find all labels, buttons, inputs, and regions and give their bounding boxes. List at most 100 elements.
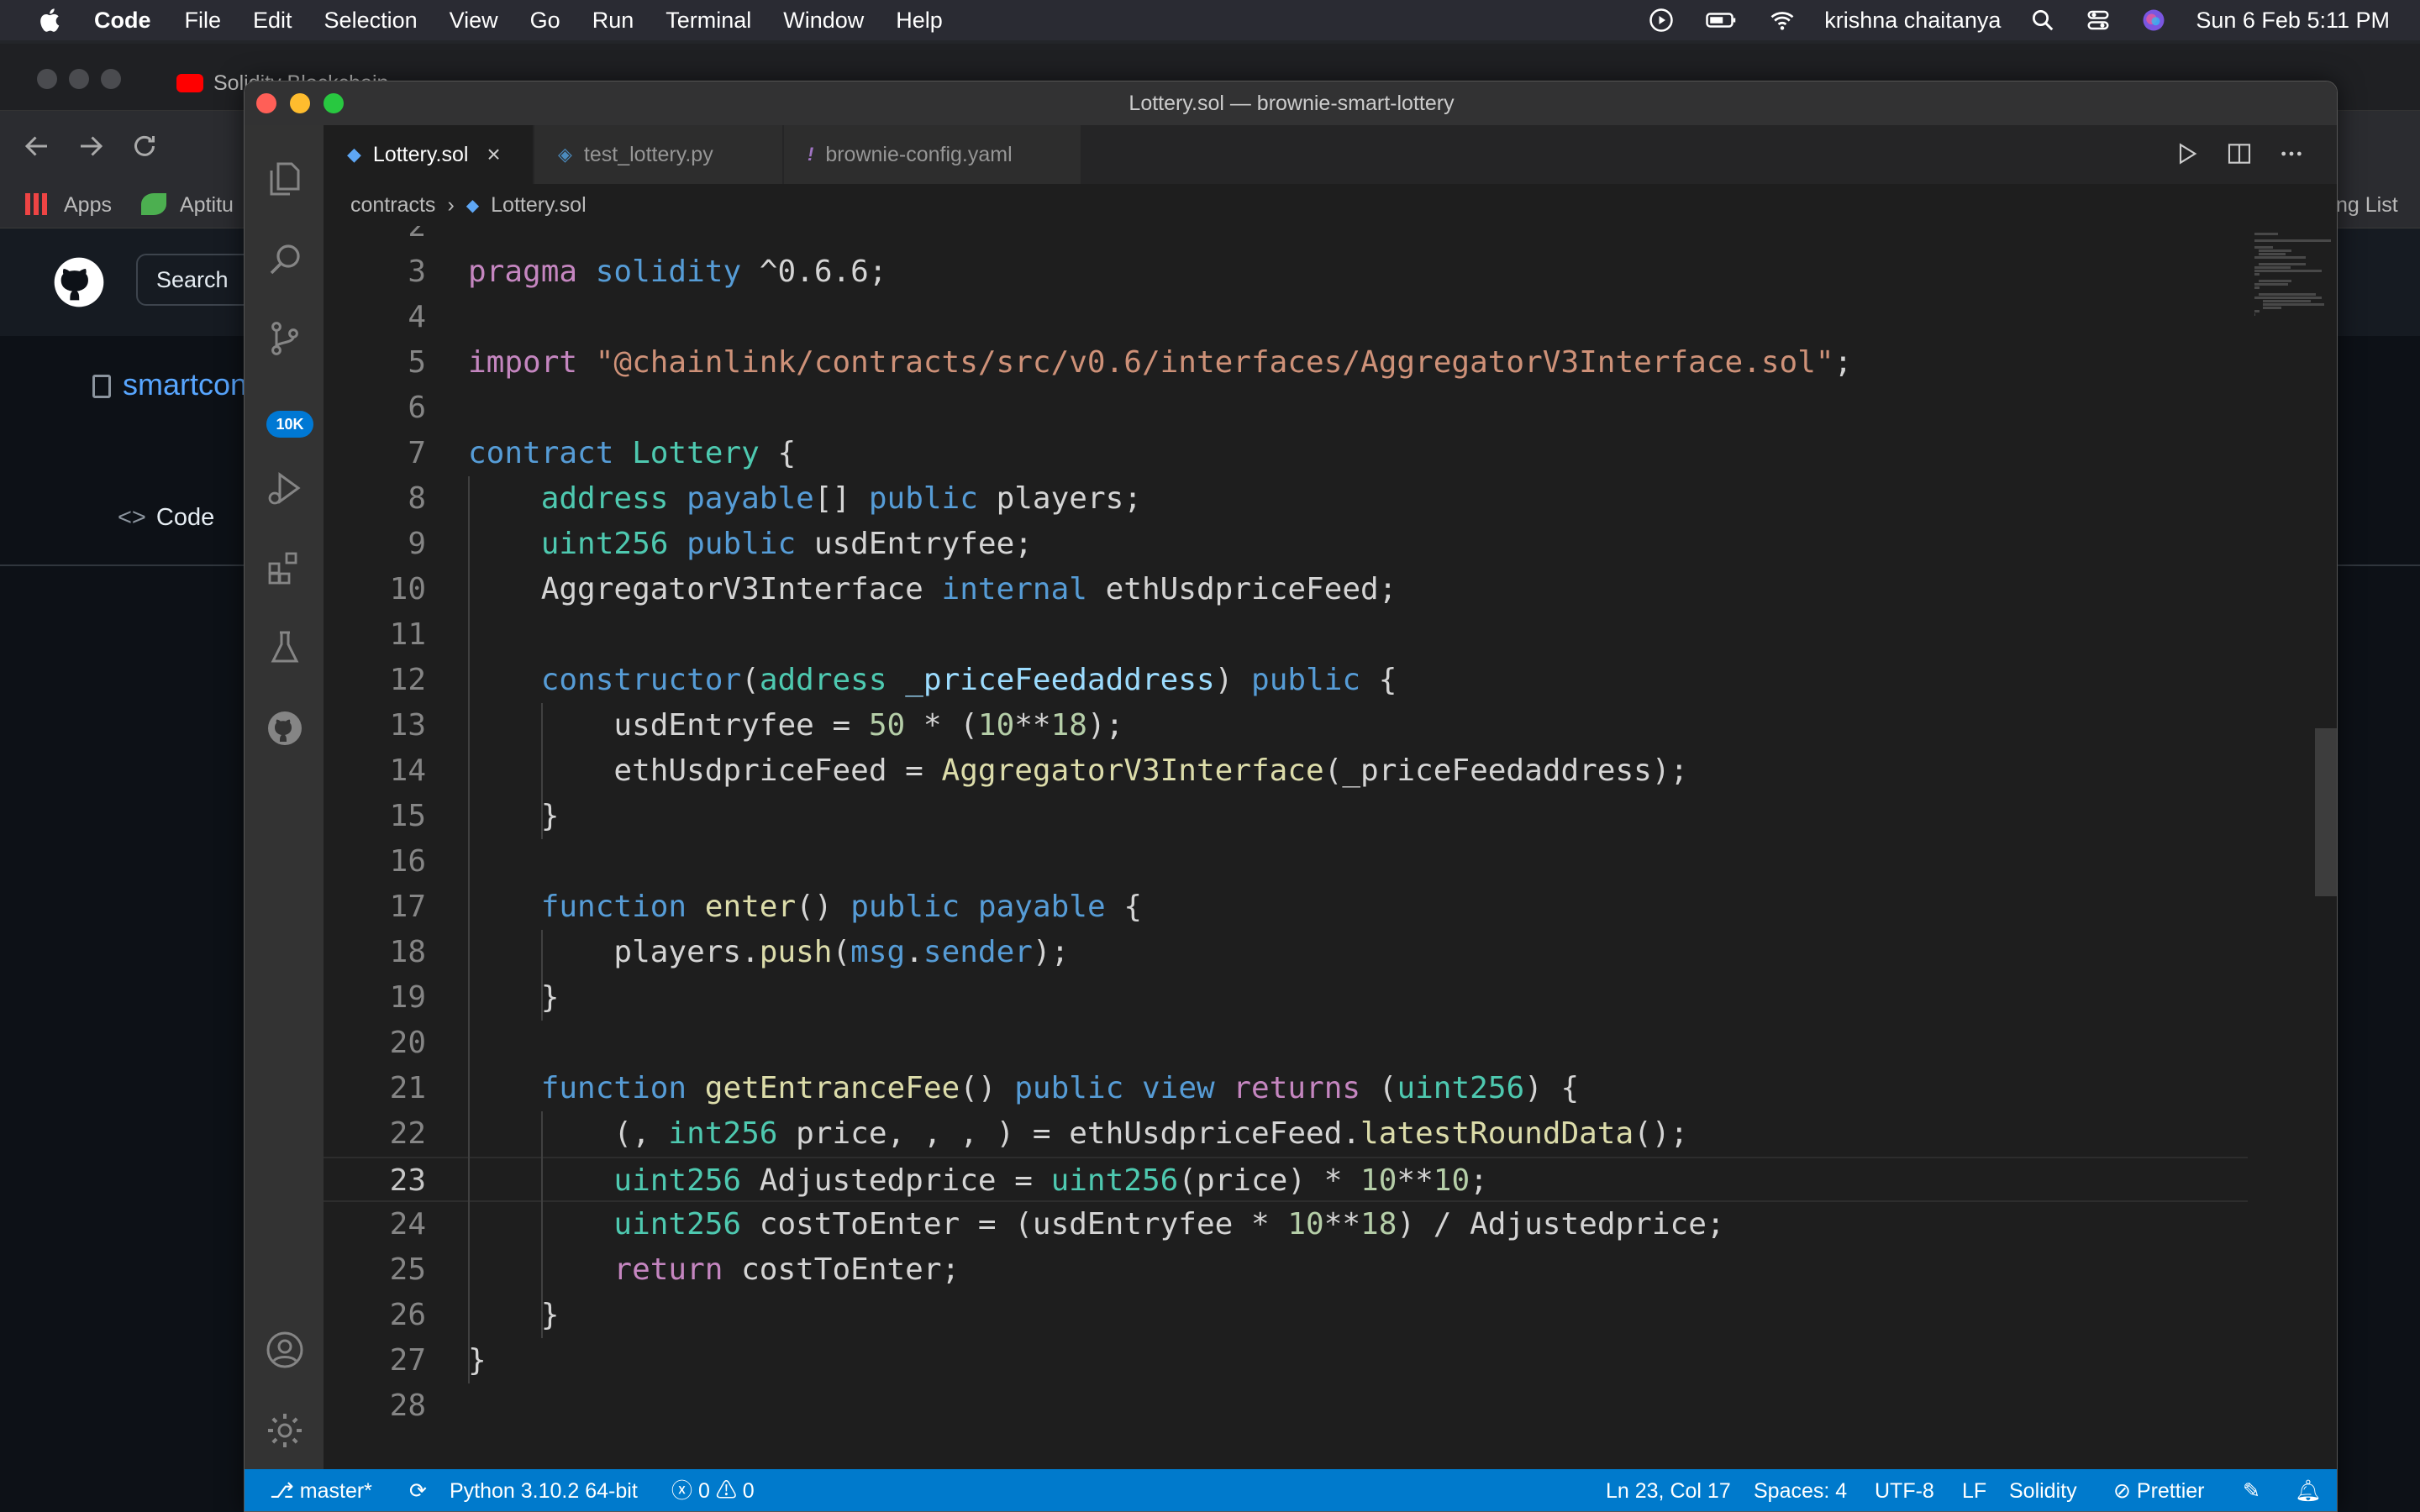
code-text[interactable]: import "@chainlink/contracts/src/v0.6/in…: [468, 340, 1852, 386]
menu-go[interactable]: Go: [530, 8, 560, 34]
code-line[interactable]: 5 import "@chainlink/contracts/src/v0.6/i…: [324, 340, 2248, 386]
code-text[interactable]: uint256 public usdEntryfee;: [468, 522, 1033, 567]
split-editor-icon[interactable]: [2226, 140, 2253, 167]
reload-icon[interactable]: [129, 131, 160, 161]
code-line[interactable]: 24 uint256 costToEnter = (usdEntryfee * …: [324, 1202, 2248, 1247]
code-line[interactable]: 19 }: [324, 975, 2248, 1021]
code-line[interactable]: 22 (, int256 price, , , ) = ethUsdpriceF…: [324, 1111, 2248, 1157]
code-line[interactable]: 27}: [324, 1338, 2248, 1383]
code-line[interactable]: 7 contract Lottery {: [324, 431, 2248, 476]
app-menu[interactable]: Code: [94, 8, 151, 34]
run-file-icon[interactable]: [2174, 140, 2201, 167]
code-line[interactable]: 12 constructor(address _priceFeedaddress…: [324, 658, 2248, 703]
code-text[interactable]: }: [468, 1338, 487, 1383]
code-line[interactable]: 28: [324, 1383, 2248, 1429]
more-actions-icon[interactable]: [2278, 140, 2305, 167]
code-text[interactable]: constructor(address _priceFeedaddress) p…: [468, 658, 1397, 703]
back-arrow-icon[interactable]: [22, 131, 52, 161]
language-mode[interactable]: Solidity: [2009, 1469, 2077, 1511]
code-line[interactable]: 18 players.push(msg.sender);: [324, 930, 2248, 975]
code-text[interactable]: }: [468, 794, 560, 839]
prettier-status[interactable]: ⊘ Prettier: [2113, 1469, 2205, 1511]
menu-run[interactable]: Run: [592, 8, 634, 34]
github-logo-icon[interactable]: [52, 255, 106, 309]
forward-arrow-icon[interactable]: [76, 131, 106, 161]
search-icon[interactable]: [265, 239, 305, 280]
sync-icon[interactable]: ⟳: [409, 1469, 427, 1511]
tab-brownie-config-yaml[interactable]: ! brownie-config.yaml: [784, 125, 1081, 184]
code-line[interactable]: 14 ethUsdpriceFeed = AggregatorV3Interfa…: [324, 748, 2248, 794]
wifi-icon[interactable]: [1769, 8, 1796, 33]
code-line[interactable]: 10 AggregatorV3Interface internal ethUsd…: [324, 567, 2248, 612]
zoom-window-button[interactable]: [324, 93, 344, 113]
code-text[interactable]: uint256 costToEnter = (usdEntryfee * 10*…: [468, 1202, 1724, 1247]
code-text[interactable]: ethUsdpriceFeed = AggregatorV3Interface(…: [468, 748, 1688, 794]
spotlight-search-icon[interactable]: [2029, 8, 2056, 33]
user-name[interactable]: krishna chaitanya: [1824, 8, 2001, 34]
code-text[interactable]: uint256 Adjustedprice = uint256(price) *…: [468, 1158, 1487, 1204]
control-center-icon[interactable]: [2085, 8, 2112, 33]
code-line[interactable]: 6: [324, 386, 2248, 431]
code-text[interactable]: (, int256 price, , , ) = ethUsdpriceFeed…: [468, 1111, 1688, 1157]
bookmark-aptitude[interactable]: Aptitu: [180, 193, 234, 218]
explorer-icon[interactable]: [265, 159, 305, 199]
code-text[interactable]: }: [468, 975, 560, 1021]
extensions-icon[interactable]: [265, 547, 305, 587]
code-line[interactable]: 21 function getEntranceFee() public view…: [324, 1066, 2248, 1111]
menu-view[interactable]: View: [450, 8, 498, 34]
code-text[interactable]: contract Lottery {: [468, 431, 796, 476]
menu-window[interactable]: Window: [783, 8, 864, 34]
bookmark-apps[interactable]: Apps: [64, 193, 112, 218]
repo-tab-code[interactable]: <> Code: [118, 504, 214, 532]
code-line[interactable]: 16: [324, 839, 2248, 885]
code-line[interactable]: 4: [324, 295, 2248, 340]
code-line[interactable]: 13 usdEntryfee = 50 * (10**18);: [324, 703, 2248, 748]
code-line[interactable]: 25 return costToEnter;: [324, 1247, 2248, 1293]
code-line[interactable]: 3 pragma solidity ^0.6.6;: [324, 249, 2248, 295]
encoding[interactable]: UTF-8: [1875, 1469, 1934, 1511]
menu-file[interactable]: File: [185, 8, 222, 34]
code-line[interactable]: 9 uint256 public usdEntryfee;: [324, 522, 2248, 567]
code-text[interactable]: }: [468, 1293, 560, 1338]
settings-gear-icon[interactable]: [265, 1410, 305, 1451]
testing-flask-icon[interactable]: [265, 627, 305, 668]
menubar-clock[interactable]: Sun 6 Feb 5:11 PM: [2196, 8, 2390, 34]
bookmark-reading-list[interactable]: ng List: [2336, 193, 2398, 218]
code-line[interactable]: 15 }: [324, 794, 2248, 839]
code-line[interactable]: 11: [324, 612, 2248, 658]
menu-terminal[interactable]: Terminal: [666, 8, 751, 34]
play-circle-icon[interactable]: [1648, 8, 1675, 33]
code-text[interactable]: pragma solidity ^0.6.6;: [468, 249, 887, 295]
repo-name[interactable]: smartcont: [92, 367, 255, 402]
indentation[interactable]: Spaces: 4: [1754, 1469, 1847, 1511]
feedback-icon[interactable]: ✎: [2243, 1469, 2260, 1511]
branch-indicator[interactable]: ⎇ master*: [270, 1469, 372, 1511]
run-debug-icon[interactable]: [265, 468, 305, 508]
repo-title[interactable]: smartcont: [123, 367, 255, 402]
breadcrumb-folder[interactable]: contracts: [350, 193, 435, 218]
code-text[interactable]: usdEntryfee = 50 * (10**18);: [468, 703, 1123, 748]
line-ending[interactable]: LF: [1962, 1469, 1986, 1511]
minimize-window-button[interactable]: [290, 93, 310, 113]
code-line[interactable]: 17 function enter() public payable {: [324, 885, 2248, 930]
python-interpreter[interactable]: Python 3.10.2 64-bit: [450, 1469, 638, 1511]
code-text[interactable]: function getEntranceFee() public view re…: [468, 1066, 1580, 1111]
battery-icon[interactable]: [1703, 8, 1740, 33]
tab-lottery-sol[interactable]: ◆ Lottery.sol ×: [324, 125, 534, 184]
menu-edit[interactable]: Edit: [253, 8, 292, 34]
notifications-bell-icon[interactable]: 🔔︎: [2295, 1469, 2322, 1511]
code-text[interactable]: address payable[] public players;: [468, 476, 1142, 522]
code-text[interactable]: function enter() public payable {: [468, 885, 1142, 930]
code-line[interactable]: 20: [324, 1021, 2248, 1066]
code-text[interactable]: players.push(msg.sender);: [468, 930, 1069, 975]
code-line[interactable]: 26 }: [324, 1293, 2248, 1338]
menu-selection[interactable]: Selection: [324, 8, 418, 34]
cursor-position[interactable]: Ln 23, Col 17: [1606, 1469, 1731, 1511]
siri-icon[interactable]: [2140, 8, 2167, 33]
problems-indicator[interactable]: ⓧ 0 ⚠ 0: [671, 1469, 755, 1511]
menu-help[interactable]: Help: [896, 8, 943, 34]
code-line[interactable]: 2: [324, 226, 2248, 249]
editor-scrollbar[interactable]: [2315, 728, 2337, 896]
apple-icon[interactable]: [37, 7, 60, 34]
tab-test-lottery-py[interactable]: ◈ test_lottery.py: [534, 125, 783, 184]
